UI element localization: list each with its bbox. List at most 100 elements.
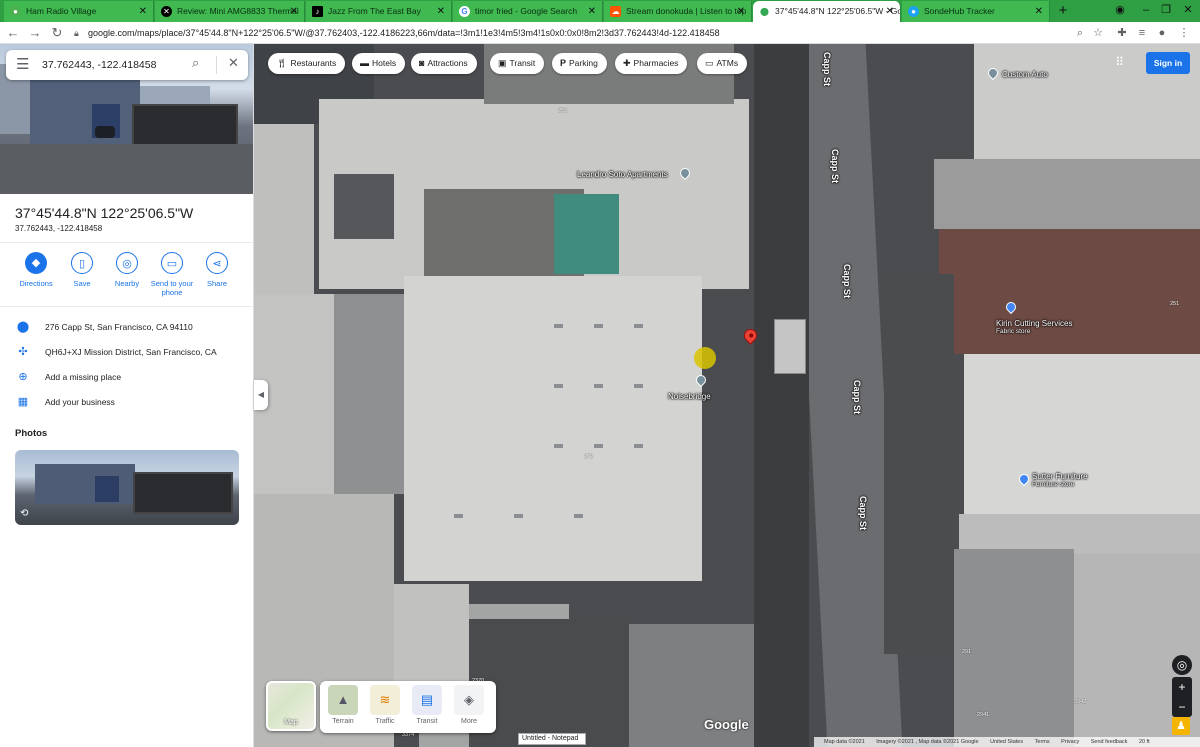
apps-grid-icon[interactable]: ⠿ [1115,55,1124,69]
tab-ham-radio-village[interactable]: ● Ham Radio Village ✕ [4,1,154,22]
reading-list-icon[interactable]: ≡ [1134,25,1150,41]
notepad-taskbar-item[interactable]: Untitled - Notepad [518,733,586,745]
poi-name: Kirin Cutting Services [996,319,1073,328]
circle-icon: ● [10,6,21,17]
close-icon[interactable]: ✕ [139,1,147,22]
send-feedback-link[interactable]: Send feedback [1091,739,1128,745]
address-toolbar: ← → ↻ 🔒︎ google.com/maps/place/37°45'44.… [0,22,1200,44]
street-view-photo-thumbnail[interactable]: ⟲ [15,450,239,525]
collapse-panel-button[interactable]: ◀ [254,380,268,410]
x-logo-icon: ✕ [161,6,172,17]
close-icon[interactable]: ✕ [737,1,745,22]
transit-icon: ▤ [412,685,442,715]
tab-google-maps[interactable]: ⬤ 37°45'44.8"N 122°25'06.5"W - Go ✕ [753,1,901,22]
close-icon[interactable]: ✕ [437,1,445,22]
country-link[interactable]: United States [990,739,1023,745]
plot-number: 251 [1170,301,1180,307]
tab-review-amg8833[interactable]: ✕ Review: Mini AMG8833 Thermal ✕ [155,1,305,22]
tab-soundcloud[interactable]: ☁ Stream donokuda | Listen to top ✕ [604,1,752,22]
close-icon[interactable]: ✕ [886,1,894,22]
soundcloud-icon: ☁ [610,6,621,17]
puzzle-icon[interactable]: ✚ [1114,25,1130,41]
close-icon[interactable]: ✕ [1035,1,1043,22]
poi-leandro-soto-apartments[interactable]: Leandro Soto Apartments [577,170,668,179]
tab-title: 37°45'44.8"N 122°25'06.5"W - Go [775,6,901,16]
place-title: 37°45'44.8"N 122°25'06.5"W [15,205,194,221]
satellite-map[interactable]: Capp St Capp St Capp St Capp St Capp St … [254,44,1200,747]
share-button[interactable]: ⋖ Share [194,252,240,288]
reload-icon[interactable]: ↻ [48,24,66,42]
terms-link[interactable]: Terms [1035,739,1050,745]
poi-sutter-furniture[interactable]: Sutter Furniture Furniture store [1032,472,1088,488]
pegman-street-view-icon[interactable]: ♟ [1172,717,1190,735]
tab-title: Review: Mini AMG8833 Thermal [177,6,299,16]
balloon-icon: ● [908,6,919,17]
send-to-phone-button[interactable]: ▭ Send to your phone [149,252,195,297]
forward-arrow-icon[interactable]: → [26,24,44,42]
action-label: Send to your phone [150,279,194,297]
imagery-text: Imagery ©2021 , Map data ©2021 Google [876,739,979,745]
search-icon[interactable]: ⌕ [1072,25,1088,41]
zoom-out-button[interactable]: − [1172,697,1192,717]
chip-pharmacies[interactable]: ✚ Pharmacies [615,53,688,74]
tab-jazz-east-bay[interactable]: ♪ Jazz From The East Bay ✕ [306,1,452,22]
add-location-icon: ⊕ [18,371,28,383]
photos-heading: Photos [15,428,48,439]
close-icon[interactable]: ✕ [588,1,596,22]
tab-title: Ham Radio Village [26,6,97,16]
bookmark-icon: ▯ [71,252,93,274]
profile-avatar[interactable]: ● [1154,25,1170,41]
new-tab-button[interactable]: + [1054,2,1072,20]
scale-text[interactable]: 20 ft [1139,739,1150,745]
layer-transit[interactable]: ▤ Transit [410,685,444,725]
chip-attractions[interactable]: ◙ Attractions [411,53,477,74]
maximize-icon[interactable]: ❐ [1156,0,1176,22]
google-icon: G [459,6,470,17]
tab-search-icon[interactable]: ◉ [1110,0,1130,22]
layer-more[interactable]: ◈ More [452,685,486,725]
search-input[interactable] [42,56,182,74]
sign-in-button[interactable]: Sign in [1146,52,1190,74]
add-missing-place-row[interactable]: ⊕ Add a missing place [0,368,253,390]
search-icon[interactable]: ⌕ [192,55,199,71]
url-field[interactable]: 🔒︎ google.com/maps/place/37°45'44.8"N+12… [72,23,1082,43]
close-icon[interactable]: ✕ [290,1,298,22]
add-business-row[interactable]: ▦ Add your business [0,393,253,415]
chip-transit[interactable]: ▣ Transit [490,53,545,74]
directions-button[interactable]: ◆ Directions [13,252,59,288]
chip-hotels[interactable]: ▬ Hotels [352,53,406,74]
save-button[interactable]: ▯ Save [59,252,105,288]
poi-noisebridge[interactable]: Noisebridge [668,392,711,401]
privacy-link[interactable]: Privacy [1061,739,1079,745]
my-location-icon[interactable]: ◎ [1172,655,1192,675]
camera-icon: ◙ [419,58,425,68]
window-close-icon[interactable]: ✕ [1178,0,1198,22]
phone-icon: ▭ [161,252,183,274]
star-icon[interactable]: ☆ [1090,25,1106,41]
minimize-icon[interactable]: – [1136,0,1156,22]
layer-traffic[interactable]: ≋ Traffic [368,685,402,725]
hamburger-menu-icon[interactable]: ☰ [16,56,29,74]
nearby-button[interactable]: ◎ Nearby [104,252,150,288]
kebab-menu-icon[interactable]: ⋮ [1176,25,1192,41]
back-arrow-icon[interactable]: ← [4,24,22,42]
tab-google-search[interactable]: G timor fried - Google Search ✕ [453,1,603,22]
layer-terrain[interactable]: ▲ Terrain [326,685,360,725]
tab-sondehub[interactable]: ● SondeHub Tracker ✕ [902,1,1050,22]
close-icon[interactable]: ✕ [228,55,239,71]
chip-parking[interactable]: P Parking [552,53,607,74]
plus-code-row[interactable]: ✣ QH6J+XJ Mission District, San Francisc… [0,343,253,365]
chip-restaurants[interactable]: 🍴︎ Restaurants [268,53,346,74]
map-data-text: Map data ©2021 [824,739,865,745]
traffic-icon: ≋ [370,685,400,715]
poi-category: Furniture store [1032,481,1075,488]
street-label: Capp St [858,496,868,531]
poi-custom-auto[interactable]: Custom Auto [1002,70,1048,79]
map-layer-toggle[interactable]: Map [266,681,316,731]
poi-kirin-cutting-services[interactable]: Kirin Cutting Services Fabric store [996,319,1072,335]
bed-icon: ▬ [360,58,369,68]
zoom-in-button[interactable]: + [1172,677,1192,697]
address-row[interactable]: ⬤ 276 Capp St, San Francisco, CA 94110 [0,318,253,340]
chip-label: Hotels [372,58,397,68]
chip-atms[interactable]: ▭ ATMs [697,53,748,74]
